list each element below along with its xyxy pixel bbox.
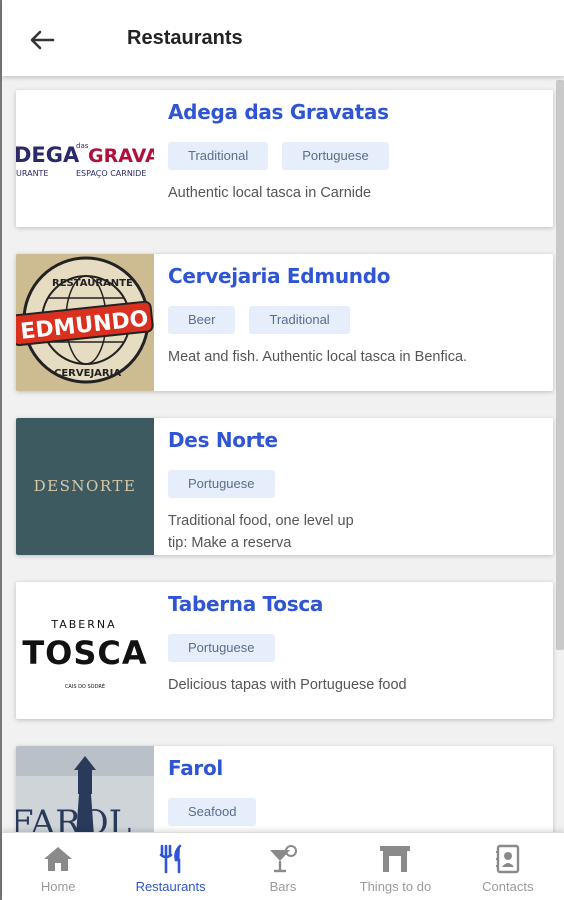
tag: Seafood bbox=[168, 798, 257, 826]
back-button[interactable] bbox=[24, 24, 60, 56]
nav-label: Bars bbox=[269, 879, 297, 894]
logo-text: CERVEJARIA bbox=[54, 368, 121, 379]
logo-text: URANTE bbox=[16, 169, 49, 178]
tag: Portuguese bbox=[168, 470, 275, 498]
logo-text: DESNORTE bbox=[34, 477, 137, 495]
restaurant-card[interactable]: DESNORTE Des Norte Portuguese Traditiona… bbox=[16, 418, 553, 555]
tag: Beer bbox=[168, 306, 236, 334]
landmark-icon bbox=[380, 846, 411, 872]
page-title: Restaurants bbox=[127, 27, 243, 49]
restaurant-card[interactable]: DEGA das GRAVATAS URANTE ESPAÇO CARNIDE … bbox=[16, 90, 553, 227]
restaurant-card[interactable]: TABERNA TOSCA CAIS DO SODRÉ Taberna Tosc… bbox=[16, 582, 553, 719]
nav-item-things-to-do[interactable]: Things to do bbox=[339, 833, 451, 900]
logo-text: FAROL bbox=[16, 803, 131, 832]
restaurant-description: Traditional food, one level up tip: Make… bbox=[168, 510, 543, 554]
restaurant-logo: TABERNA TOSCA CAIS DO SODRÉ bbox=[16, 582, 154, 719]
nav-item-bars[interactable]: Bars bbox=[227, 833, 339, 900]
restaurant-name: Cervejaria Edmundo bbox=[168, 264, 391, 288]
tag: Portuguese bbox=[168, 634, 275, 662]
restaurant-card[interactable]: FAROL Farol Seafood bbox=[16, 746, 553, 832]
restaurant-name: Taberna Tosca bbox=[168, 592, 324, 616]
logo-text: RESTAURANTE bbox=[52, 278, 133, 289]
tag: Traditional bbox=[168, 142, 269, 170]
logo-text: CAIS DO SODRÉ bbox=[65, 682, 105, 690]
logo-text: GRAVATAS bbox=[88, 145, 154, 167]
restaurant-name: Adega das Gravatas bbox=[168, 100, 389, 124]
nav-item-home[interactable]: Home bbox=[2, 833, 114, 900]
home-icon bbox=[44, 847, 73, 871]
bottom-navigation: Home Restaurants Bars Things to do Conta… bbox=[2, 832, 564, 900]
description-line: Traditional food, one level up bbox=[168, 513, 354, 529]
logo-text: DEGA bbox=[16, 143, 80, 167]
restaurant-logo: RESTAURANTE EDMUNDO CERVEJARIA bbox=[16, 254, 154, 391]
cocktail-icon bbox=[270, 845, 298, 873]
logo-text: TABERNA bbox=[50, 618, 116, 631]
app-header: Restaurants bbox=[2, 0, 564, 76]
restaurant-card[interactable]: RESTAURANTE EDMUNDO CERVEJARIA Cervejari… bbox=[16, 254, 553, 391]
arrow-left-icon bbox=[30, 30, 55, 50]
restaurant-list: DEGA das GRAVATAS URANTE ESPAÇO CARNIDE … bbox=[2, 78, 564, 832]
restaurant-description: Delicious tapas with Portuguese food bbox=[168, 677, 407, 693]
nav-label: Home bbox=[40, 879, 76, 894]
nav-item-restaurants[interactable]: Restaurants bbox=[114, 833, 226, 900]
logo-text: ESPAÇO CARNIDE bbox=[76, 169, 146, 178]
restaurant-description: Meat and fish. Authentic local tasca in … bbox=[168, 349, 468, 365]
restaurant-logo: FAROL bbox=[16, 746, 154, 832]
contacts-icon bbox=[495, 844, 520, 874]
nav-label: Things to do bbox=[359, 879, 432, 894]
nav-label: Restaurants bbox=[135, 879, 206, 894]
fork-knife-icon bbox=[159, 844, 181, 874]
nav-item-contacts[interactable]: Contacts bbox=[452, 833, 564, 900]
nav-label: Contacts bbox=[482, 879, 534, 894]
restaurant-logo: DESNORTE bbox=[16, 418, 154, 555]
tag: Traditional bbox=[249, 306, 350, 334]
restaurant-description: Authentic local tasca in Carnide bbox=[168, 185, 372, 201]
restaurant-name: Des Norte bbox=[168, 428, 278, 452]
restaurant-logo: DEGA das GRAVATAS URANTE ESPAÇO CARNIDE bbox=[16, 90, 154, 227]
logo-text: das bbox=[76, 142, 89, 150]
logo-text: TOSCA bbox=[22, 634, 147, 672]
tag: Portuguese bbox=[282, 142, 389, 170]
restaurant-name: Farol bbox=[168, 756, 223, 780]
description-line: tip: Make a reserva bbox=[168, 535, 292, 551]
